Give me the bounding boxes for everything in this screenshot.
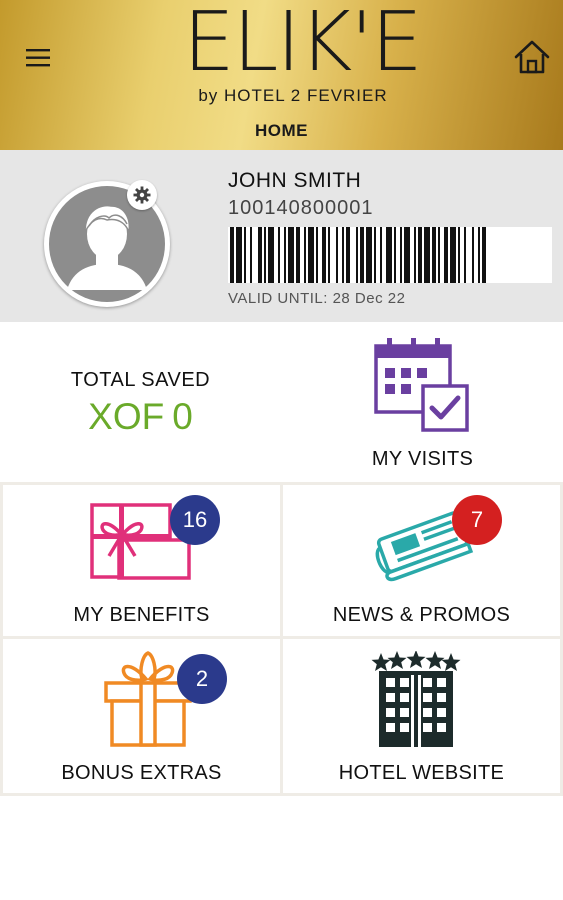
barcode-bar	[296, 227, 300, 283]
news-count-badge: 7	[452, 495, 502, 545]
barcode-bar	[250, 227, 252, 283]
barcode-bar	[244, 227, 246, 283]
barcode-bar	[230, 227, 234, 283]
member-card: JOHN SMITH 100140800001 VALID UNTIL: 28 …	[0, 150, 563, 322]
barcode-bar	[284, 227, 286, 283]
barcode-bar	[380, 227, 382, 283]
barcode-bar	[404, 227, 410, 283]
barcode-bar	[268, 227, 274, 283]
valid-until: VALID UNTIL: 28 Dec 22	[228, 290, 406, 307]
barcode-bar	[472, 227, 474, 283]
barcode-bar	[424, 227, 430, 283]
barcode-bar	[464, 227, 466, 283]
total-saved-value: XOF 0	[0, 396, 281, 438]
home-button[interactable]	[511, 36, 553, 78]
barcode-bar	[450, 227, 456, 283]
barcode-bar	[458, 227, 460, 283]
barcode-bar	[346, 227, 350, 283]
barcode-bar	[432, 227, 436, 283]
barcode-bar	[386, 227, 392, 283]
total-saved-panel: TOTAL SAVED XOF 0	[0, 322, 281, 482]
benefits-count-badge: 16	[170, 495, 220, 545]
news-promos-label: NEWS & PROMOS	[332, 604, 511, 626]
barcode-bar	[278, 227, 280, 283]
barcode-bar	[316, 227, 318, 283]
barcode-bar	[366, 227, 372, 283]
my-visits-tile[interactable]: MY VISITS	[282, 322, 563, 482]
barcode-bar	[322, 227, 326, 283]
barcode-bar	[308, 227, 314, 283]
barcode-bar	[438, 227, 440, 283]
bonus-extras-label: BONUS EXTRAS	[61, 762, 222, 784]
barcode-bar	[418, 227, 422, 283]
barcode-bar	[288, 227, 294, 283]
gear-icon	[133, 186, 151, 204]
my-benefits-tile[interactable]: 16 MY BENEFITS	[3, 485, 280, 636]
barcode-bar	[478, 227, 480, 283]
barcode-bar	[400, 227, 402, 283]
barcode-bar	[258, 227, 262, 283]
hotel-building-icon	[371, 651, 461, 747]
bonus-extras-tile[interactable]: 2 BONUS EXTRAS	[3, 639, 280, 793]
my-benefits-label: MY BENEFITS	[73, 604, 210, 626]
logo-main-text: ELIK'E	[183, 0, 423, 90]
member-name: JOHN SMITH	[228, 169, 362, 192]
hotel-website-tile[interactable]: HOTEL WEBSITE	[283, 639, 560, 793]
barcode-bar	[482, 227, 486, 283]
app-header: ELIK'E by HOTEL 2 FEVRIER HOME	[0, 0, 563, 150]
menu-button[interactable]	[20, 40, 56, 76]
barcode-bar	[342, 227, 344, 283]
saved-amount: 0	[172, 396, 193, 437]
page-title: HOME	[255, 121, 308, 140]
membership-barcode	[228, 227, 552, 283]
barcode-bar	[360, 227, 364, 283]
logo-sub-text: by HOTEL 2 FEVRIER	[198, 86, 388, 105]
hamburger-menu-icon	[26, 49, 50, 67]
profile-settings-button[interactable]	[127, 180, 157, 210]
barcode-bar	[356, 227, 358, 283]
news-promos-tile[interactable]: 7 NEWS & PROMOS	[283, 485, 560, 636]
brand-logo: ELIK'E by HOTEL 2 FEVRIER	[183, 0, 423, 108]
barcode-bar	[444, 227, 448, 283]
calendar-check-icon	[374, 338, 469, 432]
currency-code: XOF	[88, 396, 165, 437]
barcode-bar	[336, 227, 338, 283]
barcode-bar	[328, 227, 330, 283]
barcode-bar	[236, 227, 242, 283]
home-icon	[514, 40, 550, 74]
member-number: 100140800001	[228, 197, 374, 219]
barcode-bar	[394, 227, 396, 283]
bonus-count-badge: 2	[177, 654, 227, 704]
barcode-bar	[304, 227, 306, 283]
hotel-website-label: HOTEL WEBSITE	[338, 762, 505, 784]
my-visits-label: MY VISITS	[371, 448, 474, 470]
barcode-bar	[264, 227, 266, 283]
total-saved-label: TOTAL SAVED	[70, 369, 211, 391]
barcode-bar	[414, 227, 416, 283]
barcode-bar	[374, 227, 376, 283]
